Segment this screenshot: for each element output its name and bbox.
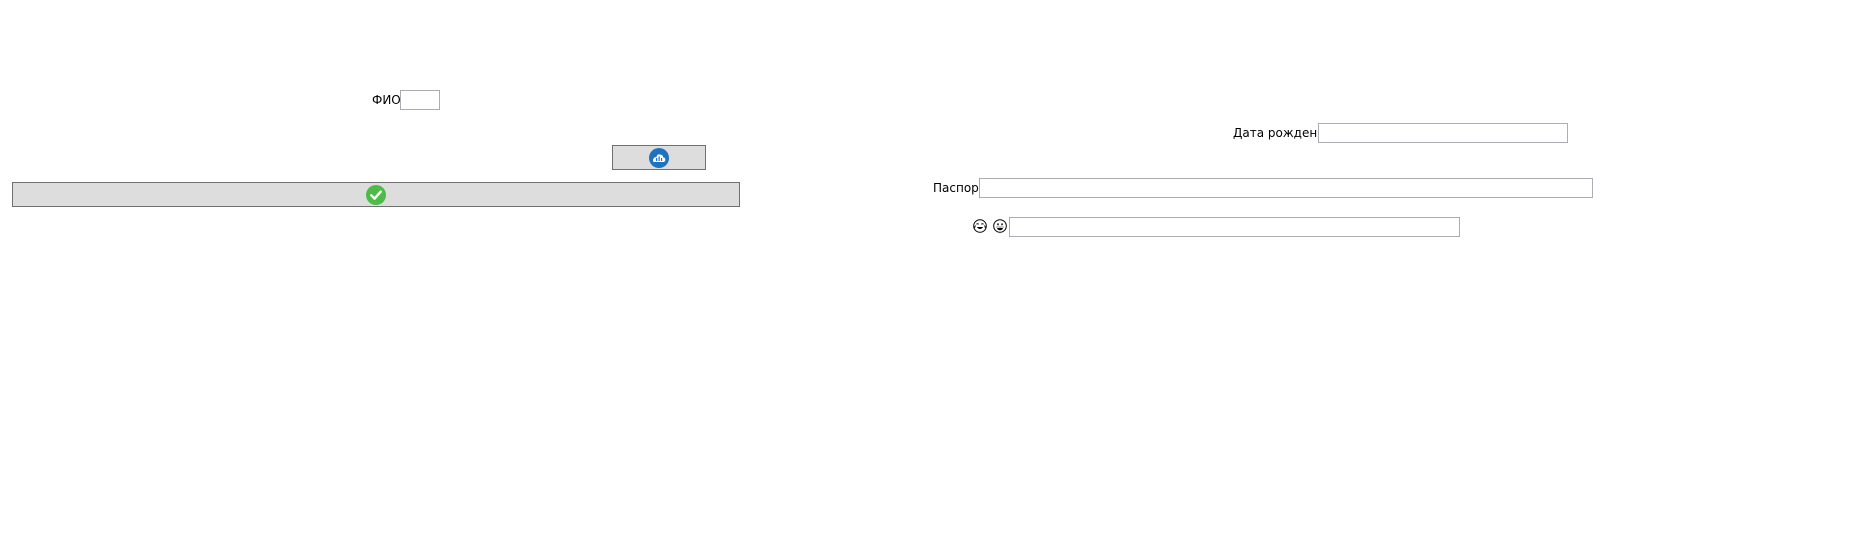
birthdate-input[interactable] bbox=[1318, 123, 1568, 143]
fio-label: ФИО bbox=[372, 93, 401, 107]
emoji-text-input[interactable] bbox=[1009, 217, 1460, 237]
cloud-button[interactable] bbox=[612, 145, 706, 170]
fio-input[interactable] bbox=[400, 90, 440, 110]
grinning-emoji-icon bbox=[993, 219, 1007, 233]
cloud-icon bbox=[649, 147, 669, 168]
crying-laughing-emoji-icon bbox=[973, 219, 987, 233]
passport-input[interactable] bbox=[979, 178, 1593, 198]
confirm-button[interactable] bbox=[12, 182, 740, 207]
passport-label: Паспорт bbox=[933, 181, 986, 195]
checkmark-icon bbox=[366, 184, 386, 205]
